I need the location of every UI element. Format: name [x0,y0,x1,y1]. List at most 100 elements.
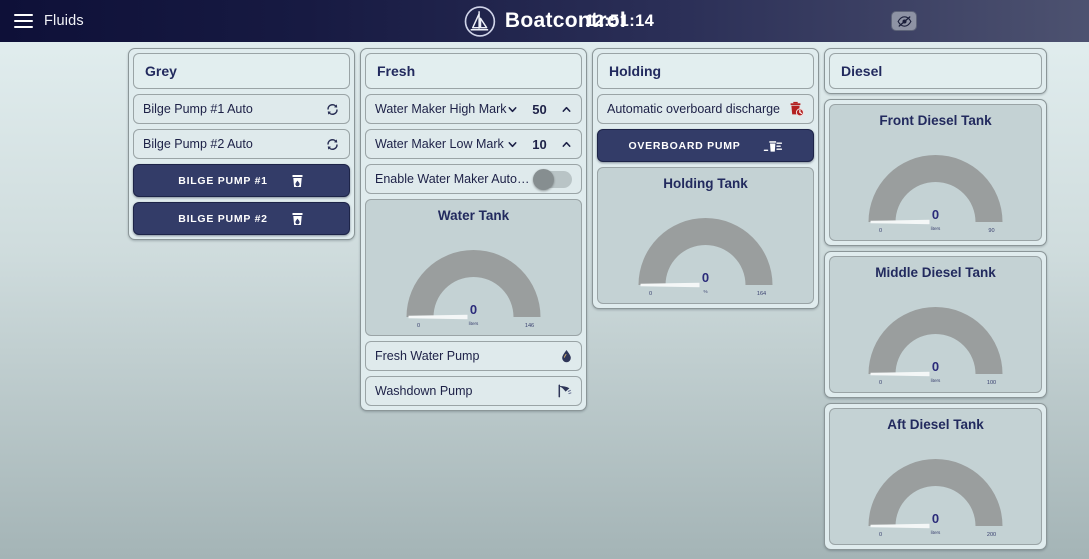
gauge-min-label: 0 [879,380,882,386]
gauge-svg: 0 liters 0 100 [868,307,1003,386]
gauge-value: 0 [932,207,939,222]
gauge-value: 0 [702,270,709,285]
gauge-min-label: 0 [879,532,882,538]
gauge-title: Front Diesel Tank [879,113,992,128]
gauge-dial: 0 liters 0 100 [834,282,1037,386]
panel-diesel-header: Diesel [824,48,1047,94]
row-label: Water Maker High Mark [375,102,507,116]
row-label: Automatic overboard discharge [607,102,781,116]
gauge-unit: liters [931,378,941,383]
row-label: Bilge Pump #2 Auto [143,137,253,151]
column-fresh: Fresh Water Maker High Mark 50 Water Maker … [360,48,587,411]
column-holding: Holding Automatic overboard discharge OVER… [592,48,819,309]
row-label: Bilge Pump #1 Auto [143,102,253,116]
header-left-group: Fluids [0,13,270,29]
stepper-value: 50 [532,101,547,117]
gauge-min-label: 0 [879,228,882,234]
gauge-card: Water Tank 0 liters 0 146 [365,199,582,336]
column-grey: Grey Bilge Pump #1 Auto Bilge Pump #2 Auto… [128,48,355,240]
gauge-max-label: 200 [987,532,996,538]
panel-fresh: Fresh Water Maker High Mark 50 Water Maker … [360,48,587,411]
bilge-pump-icon [292,174,303,187]
gauge-max-label: 146 [525,323,534,329]
gauge-svg: 0 liters 0 146 [406,250,541,329]
page-title: Fluids [44,13,84,29]
fluids-board: Grey Bilge Pump #1 Auto Bilge Pump #2 Auto… [0,42,1089,550]
sailboat-logo [464,5,495,37]
gauge-unit: liters [931,226,941,231]
gauge-svg: 0 liters 0 90 [868,155,1003,234]
panel-gauge: Middle Diesel Tank 0 liters 0 100 [824,251,1047,398]
panel-grey: Grey Bilge Pump #1 Auto Bilge Pump #2 Auto… [128,48,355,240]
stepper-row[interactable]: Water Maker Low Mark 10 [365,129,582,159]
row-label: Fresh Water Pump [375,349,480,363]
clock: 12:51:14 [585,11,655,30]
action-button[interactable]: BILGE PUMP #1 [133,164,350,197]
row-label: Washdown Pump [375,384,473,398]
status-row[interactable]: Washdown Pump [365,376,582,406]
hamburger-icon[interactable] [14,14,33,28]
auto-cycle-icon [327,103,338,115]
column-diesel: Diesel Front Diesel Tank 0 liters 0 90 Middle … [824,48,1047,550]
water-drop-icon [562,350,571,363]
gauge-title: Middle Diesel Tank [875,265,996,280]
panel-title: Grey [133,53,350,89]
row-label: BILGE PUMP #1 [178,174,268,187]
gauge-unit: liters [931,530,941,535]
action-button[interactable]: OVERBOARD PUMP [597,129,814,162]
gauge-max-label: 100 [987,380,996,386]
auto-cycle-icon [327,138,338,150]
row-label: OVERBOARD PUMP [628,139,741,152]
app-header: Fluids Boatcontrol 12:51:14 [0,0,1089,42]
row-label: Water Maker Low Mark [375,137,504,151]
chevron-down-icon[interactable] [507,139,518,150]
chevron-up-icon[interactable] [561,139,572,150]
gauge-min-label: 0 [417,323,420,329]
panel-title: Fresh [365,53,582,89]
gauge-max-label: 164 [757,291,766,297]
status-row[interactable]: Bilge Pump #1 Auto [133,94,350,124]
autostart-toggle[interactable] [533,168,572,190]
gauge-card: Front Diesel Tank 0 liters 0 90 [829,104,1042,241]
status-row[interactable]: Fresh Water Pump [365,341,582,371]
eye-slash-glyph [896,15,912,27]
shower-head-icon [558,384,572,398]
row-label: Enable Water Maker Autostart [375,172,534,186]
gauge-dial: 0% 0 164 [603,193,808,297]
gauge-max-label: 90 [988,228,994,234]
eye-slash-icon[interactable] [891,11,917,31]
row-label: BILGE PUMP #2 [178,212,268,225]
gauge-card: Holding Tank 0% 0 164 [597,167,814,304]
quantity-stepper[interactable]: 10 [507,137,572,152]
quantity-stepper[interactable]: 50 [507,102,572,117]
gauge-card: Middle Diesel Tank 0 liters 0 100 [829,256,1042,393]
bilge-pump-icon [292,212,303,225]
gauge-dial: 0 liters 0 90 [834,130,1037,234]
gauge-min-label: 0 [649,291,652,297]
status-row[interactable]: Bilge Pump #2 Auto [133,129,350,159]
status-row[interactable]: Automatic overboard discharge [597,94,814,124]
gauge-value: 0 [932,359,939,374]
gauge-value: 0 [932,511,939,526]
panel-holding: Holding Automatic overboard discharge OVER… [592,48,819,309]
gauge-dial: 0 liters 0 200 [834,434,1037,538]
gauge-value: 0 [470,302,477,317]
stepper-value: 10 [532,136,547,152]
gauge-svg: 0% 0 164 [638,218,773,297]
panel-gauge: Front Diesel Tank 0 liters 0 90 [824,99,1047,246]
gauge-title: Holding Tank [663,176,748,191]
gauge-card: Aft Diesel Tank 0 liters 0 200 [829,408,1042,545]
chevron-up-icon[interactable] [561,104,572,115]
panel-gauge: Aft Diesel Tank 0 liters 0 200 [824,403,1047,550]
gauge-svg: 0 liters 0 200 [868,459,1003,538]
panel-title: Diesel [829,53,1042,89]
gauge-unit: liters [469,321,479,326]
action-button[interactable]: BILGE PUMP #2 [133,202,350,235]
stepper-row[interactable]: Water Maker High Mark 50 [365,94,582,124]
gauge-unit: % [703,289,707,294]
panel-title: Holding [597,53,814,89]
gauge-title: Water Tank [437,208,510,223]
toggle-row[interactable]: Enable Water Maker Autostart [365,164,582,194]
chevron-down-icon[interactable] [507,104,518,115]
overboard-pump-icon [763,140,782,152]
